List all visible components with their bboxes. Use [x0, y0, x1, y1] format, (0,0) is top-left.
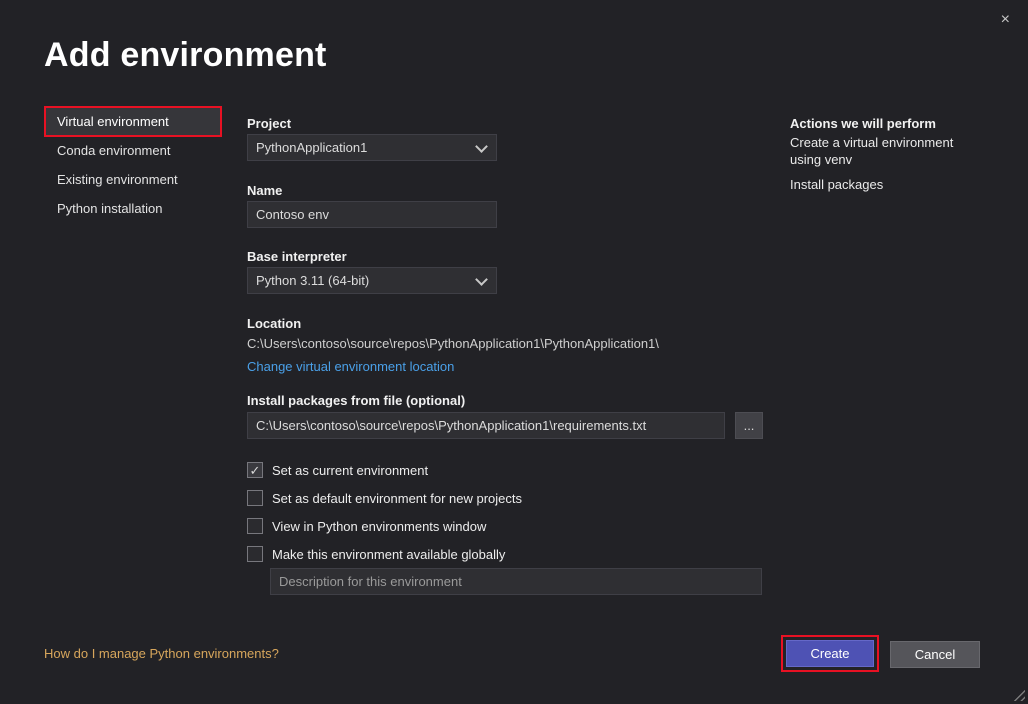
name-input[interactable] [247, 201, 497, 228]
project-label: Project [247, 116, 291, 131]
help-link[interactable]: How do I manage Python environments? [44, 646, 279, 661]
environment-type-tabs: Virtual environment Conda environment Ex… [46, 108, 220, 224]
add-environment-dialog: × Add environment Virtual environment Co… [0, 0, 1028, 704]
cancel-button[interactable]: Cancel [890, 641, 980, 668]
location-label: Location [247, 316, 301, 331]
checkbox-label: Set as current environment [272, 463, 428, 478]
checkbox-box[interactable]: ✓ [247, 462, 263, 478]
packages-file-input[interactable] [247, 412, 725, 439]
project-select-value: PythonApplication1 [256, 140, 367, 155]
create-button[interactable]: Create [786, 640, 874, 667]
checkbox-make-environment-available-globally[interactable]: ✓ Make this environment available global… [247, 546, 505, 562]
sidebar-item-conda-environment[interactable]: Conda environment [46, 137, 220, 164]
checkbox-box[interactable]: ✓ [247, 518, 263, 534]
checkbox-set-as-current-environment[interactable]: ✓ Set as current environment [247, 462, 428, 478]
sidebar-item-existing-environment[interactable]: Existing environment [46, 166, 220, 193]
location-path: C:\Users\contoso\source\repos\PythonAppl… [247, 336, 659, 351]
red-highlight-box: Create [781, 635, 879, 672]
project-select[interactable]: PythonApplication1 [247, 134, 497, 161]
check-icon: ✓ [250, 464, 261, 477]
actions-panel-title: Actions we will perform [790, 116, 962, 131]
sidebar-item-label: Conda environment [57, 143, 170, 158]
install-packages-label: Install packages from file (optional) [247, 393, 465, 408]
checkbox-label: Make this environment available globally [272, 547, 505, 562]
close-icon[interactable]: × [995, 8, 1016, 32]
chevron-down-icon [475, 140, 488, 153]
page-title: Add environment [44, 36, 327, 75]
checkbox-label: Set as default environment for new proje… [272, 491, 522, 506]
sidebar-item-label: Existing environment [57, 172, 178, 187]
change-location-link[interactable]: Change virtual environment location [247, 359, 454, 374]
checkbox-view-in-python-environments-window[interactable]: ✓ View in Python environments window [247, 518, 486, 534]
checkbox-set-as-default-environment[interactable]: ✓ Set as default environment for new pro… [247, 490, 522, 506]
base-interpreter-label: Base interpreter [247, 249, 347, 264]
checkbox-box[interactable]: ✓ [247, 546, 263, 562]
name-label: Name [247, 183, 282, 198]
actions-panel-item: Create a virtual environment using venv [790, 135, 962, 169]
checkbox-box[interactable]: ✓ [247, 490, 263, 506]
resize-grip-icon[interactable] [1013, 689, 1025, 701]
base-interpreter-select-value: Python 3.11 (64-bit) [256, 273, 369, 288]
checkbox-label: View in Python environments window [272, 519, 486, 534]
actions-panel-item: Install packages [790, 177, 962, 194]
browse-button[interactable]: ... [735, 412, 763, 439]
sidebar-item-label: Virtual environment [57, 114, 169, 129]
description-input[interactable] [270, 568, 762, 595]
sidebar-item-label: Python installation [57, 201, 163, 216]
chevron-down-icon [475, 273, 488, 286]
sidebar-item-virtual-environment[interactable]: Virtual environment [46, 108, 220, 135]
sidebar-item-python-installation[interactable]: Python installation [46, 195, 220, 222]
base-interpreter-select[interactable]: Python 3.11 (64-bit) [247, 267, 497, 294]
actions-panel: Actions we will perform Create a virtual… [790, 116, 962, 202]
